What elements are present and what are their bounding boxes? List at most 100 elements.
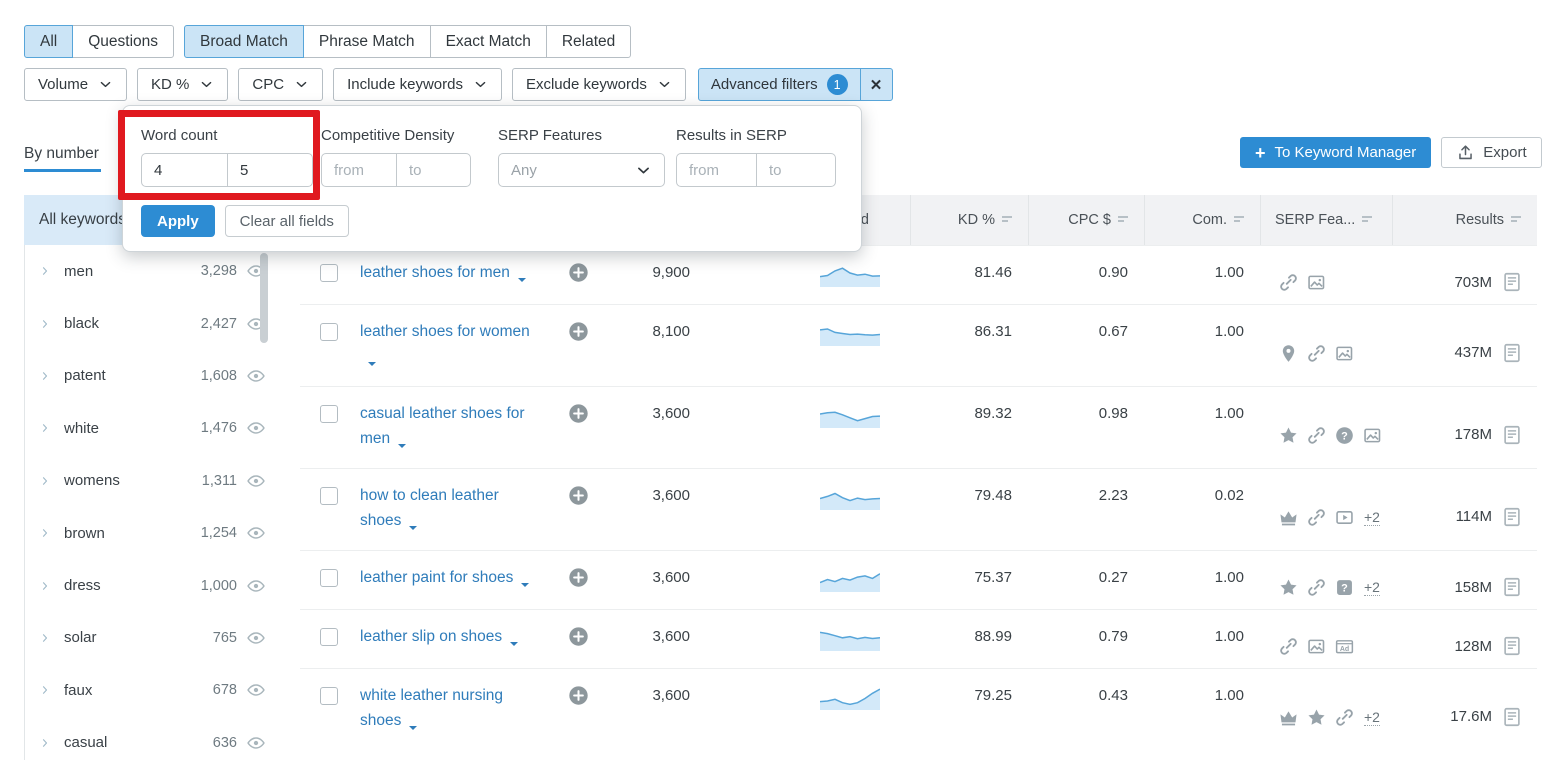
chevron-right-icon[interactable] (39, 318, 51, 330)
sidebar-item-solar[interactable]: solar765 (25, 612, 270, 664)
header-serp-features[interactable]: SERP Fea... (1260, 195, 1392, 245)
tab-broad-match[interactable]: Broad Match (184, 25, 304, 58)
eye-icon[interactable] (246, 680, 266, 700)
sidebar-item-label: casual (64, 734, 213, 751)
keyword-link[interactable]: white leather nursingshoes (360, 687, 503, 729)
row-checkbox[interactable] (320, 687, 338, 705)
advanced-filters-pill: Advanced filters 1 ✕ (698, 68, 893, 101)
chevron-right-icon[interactable] (39, 475, 51, 487)
tab-phrase-match[interactable]: Phrase Match (303, 25, 431, 58)
sidebar-item-patent[interactable]: patent1,608 (25, 350, 270, 402)
keyword-link[interactable]: leather paint for shoes (360, 569, 529, 586)
filter-chip-volume[interactable]: Volume (24, 68, 127, 101)
filter-chip-cpc[interactable]: CPC (238, 68, 323, 101)
eye-icon[interactable] (246, 628, 266, 648)
tab-related[interactable]: Related (546, 25, 631, 58)
row-checkbox[interactable] (320, 323, 338, 341)
sidebar-item-white[interactable]: white1,476 (25, 402, 270, 454)
add-keyword-icon[interactable] (568, 567, 589, 588)
keyword-link[interactable]: casual leather shoes formen (360, 405, 525, 447)
tab-questions[interactable]: Questions (72, 25, 174, 58)
filter-chip-include-keywords[interactable]: Include keywords (333, 68, 502, 101)
add-keyword-icon[interactable] (568, 685, 589, 706)
keyword-link[interactable]: how to clean leathershoes (360, 487, 499, 529)
word-count-from-input[interactable] (142, 154, 227, 186)
sidebar-item-brown[interactable]: brown1,254 (25, 507, 270, 559)
sidebar-item-dress[interactable]: dress1,000 (25, 559, 270, 611)
header-kd[interactable]: KD % (910, 195, 1028, 245)
serp-more-link[interactable]: +2 (1364, 579, 1380, 596)
checkbox-cell (300, 669, 356, 750)
competitive-density-from-input[interactable] (322, 154, 396, 186)
video-icon (1334, 507, 1355, 528)
keyword-groups-list: men3,298black2,427patent1,608white1,476w… (24, 245, 270, 760)
sidebar-item-men[interactable]: men3,298 (25, 245, 270, 297)
advanced-filters-close-icon[interactable]: ✕ (860, 69, 892, 100)
row-checkbox[interactable] (320, 628, 338, 646)
filter-chip-exclude-keywords[interactable]: Exclude keywords (512, 68, 686, 101)
add-keyword-icon[interactable] (568, 321, 589, 342)
row-checkbox[interactable] (320, 264, 338, 282)
word-count-to-input[interactable] (227, 154, 312, 186)
add-keyword-icon[interactable] (568, 626, 589, 647)
keyword-link[interactable]: leather shoes for men (360, 264, 526, 281)
filter-chip-label: Include keywords (347, 76, 463, 93)
caret-down-icon[interactable] (409, 526, 417, 534)
tab-exact-match[interactable]: Exact Match (430, 25, 547, 58)
sidebar-item-faux[interactable]: faux678 (25, 664, 270, 716)
tab-by-number[interactable]: By number (24, 145, 99, 163)
keyword-link[interactable]: leather shoes for women (360, 323, 530, 365)
plus-icon: + (1255, 144, 1266, 162)
eye-icon[interactable] (246, 471, 266, 491)
serp-features-select[interactable]: Any (498, 153, 665, 187)
chevron-right-icon[interactable] (39, 632, 51, 644)
clear-all-fields-button[interactable]: Clear all fields (225, 205, 349, 237)
filter-chip-kd-[interactable]: KD % (137, 68, 228, 101)
chevron-right-icon[interactable] (39, 580, 51, 592)
serp-more-link[interactable]: +2 (1364, 509, 1380, 526)
panel-buttons: Apply Clear all fields (141, 205, 349, 237)
caret-down-icon[interactable] (398, 444, 406, 452)
serp-more-link[interactable]: +2 (1364, 709, 1380, 726)
results-in-serp-to-input[interactable] (756, 154, 835, 186)
to-keyword-manager-button[interactable]: + To Keyword Manager (1240, 137, 1431, 168)
advanced-filters-button[interactable]: Advanced filters 1 (699, 69, 860, 100)
caret-down-icon[interactable] (409, 726, 417, 734)
chevron-right-icon[interactable] (39, 684, 51, 696)
caret-down-icon[interactable] (368, 362, 376, 370)
sidebar-item-black[interactable]: black2,427 (25, 297, 270, 349)
eye-icon[interactable] (246, 366, 266, 386)
add-keyword-icon[interactable] (568, 485, 589, 506)
row-checkbox[interactable] (320, 487, 338, 505)
kd-cell: 75.37 (910, 551, 1028, 609)
link-icon (1306, 577, 1327, 598)
sidebar-scrollbar[interactable] (260, 253, 268, 343)
chevron-right-icon[interactable] (39, 265, 51, 277)
competitive-density-to-input[interactable] (396, 154, 470, 186)
add-keyword-icon[interactable] (568, 262, 589, 283)
eye-icon[interactable] (246, 733, 266, 753)
eye-icon[interactable] (246, 418, 266, 438)
sidebar-item-casual[interactable]: casual636 (25, 717, 270, 760)
header-com[interactable]: Com. (1144, 195, 1260, 245)
tab-all[interactable]: All (24, 25, 73, 58)
caret-down-icon[interactable] (510, 642, 518, 650)
header-cpc[interactable]: CPC $ (1028, 195, 1144, 245)
chevron-right-icon[interactable] (39, 370, 51, 382)
chevron-right-icon[interactable] (39, 422, 51, 434)
caret-down-icon[interactable] (521, 583, 529, 591)
add-keyword-icon[interactable] (568, 403, 589, 424)
caret-down-icon[interactable] (518, 278, 526, 286)
chevron-right-icon[interactable] (39, 737, 51, 749)
apply-button[interactable]: Apply (141, 205, 215, 237)
keyword-link[interactable]: leather slip on shoes (360, 628, 518, 645)
row-checkbox[interactable] (320, 405, 338, 423)
eye-icon[interactable] (246, 576, 266, 596)
sidebar-item-womens[interactable]: womens1,311 (25, 455, 270, 507)
chevron-right-icon[interactable] (39, 527, 51, 539)
row-checkbox[interactable] (320, 569, 338, 587)
export-button[interactable]: Export (1441, 137, 1541, 168)
results-in-serp-from-input[interactable] (677, 154, 756, 186)
eye-icon[interactable] (246, 523, 266, 543)
header-results[interactable]: Results (1392, 195, 1537, 245)
